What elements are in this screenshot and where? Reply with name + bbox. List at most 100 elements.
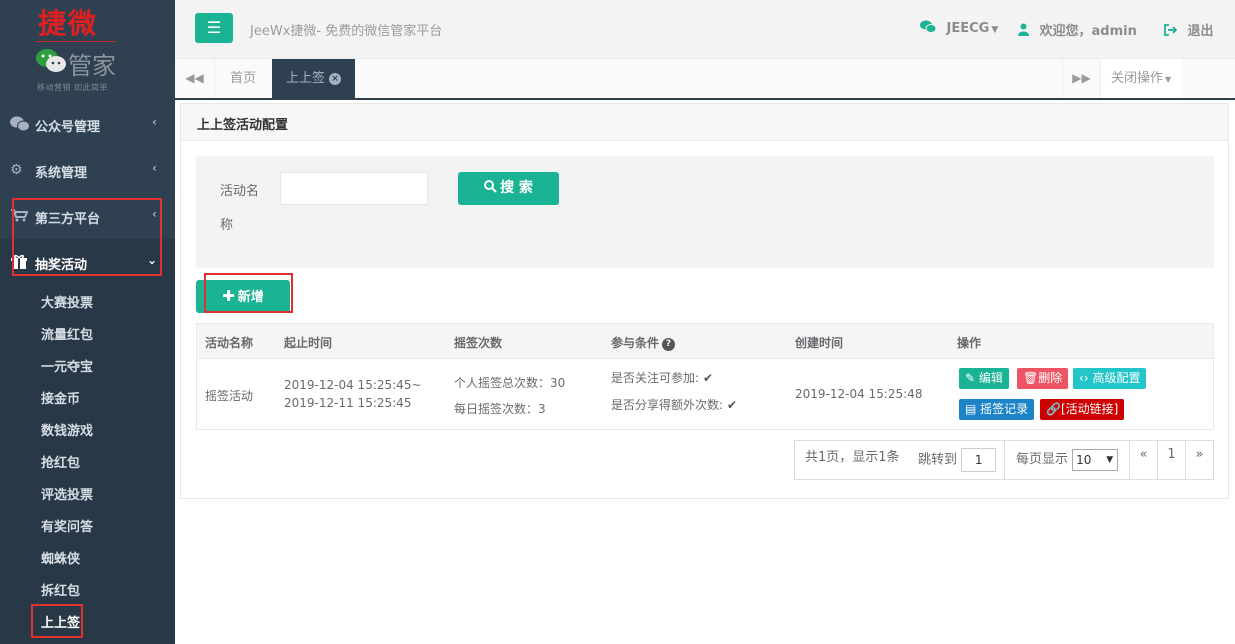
close-icon[interactable]: × (329, 72, 342, 85)
pager-jump: 跳转到 1 (908, 440, 1005, 480)
records-button[interactable]: ▤ 摇签记录 (959, 399, 1035, 420)
activity-link-button[interactable]: 🔗[活动链接] (1040, 399, 1125, 420)
activity-name-label: 活动名 (220, 184, 260, 199)
pager-per-page: 每页显示 10 ▼ (1005, 440, 1130, 480)
submenu-item[interactable]: 接金币 (41, 388, 80, 407)
cell-count-daily: 每日摇签次数：3 (454, 402, 546, 416)
logout-label: 退出 (1187, 24, 1214, 39)
gear-icon: ⚙ (10, 162, 23, 178)
forward-icon: ▶▶ (1072, 71, 1091, 85)
search-button[interactable]: 搜 索 (458, 172, 559, 205)
pager-summary-text: 共1页，显示1条 (805, 450, 900, 465)
link-icon: 🔗 (1046, 402, 1061, 416)
question-circle-icon[interactable]: ? (662, 338, 676, 351)
pager-prev-label: « (1139, 447, 1148, 462)
panel-header: 上上签活动配置 (181, 104, 1228, 141)
records-label: 摇签记录 (980, 402, 1029, 416)
submenu-item[interactable]: 拆红包 (41, 580, 80, 599)
wechat-icon (10, 116, 30, 132)
cond-share-text: 是否分享得额外次数: (611, 398, 724, 412)
user-icon (1018, 23, 1034, 39)
sidebar-item-wechat-accounts[interactable]: 公众号管理 ‹ (0, 101, 175, 147)
sign-out-icon (1164, 24, 1182, 39)
wechat-icon (920, 20, 941, 36)
activity-table: 活动名称 起止时间 摇签次数 参与条件? 创建时间 操作 摇签活动 2019-1… (196, 323, 1214, 430)
cell-start: 2019-12-04 15:25:45~ (284, 378, 422, 392)
caret-down-icon: ▼ (1165, 75, 1172, 84)
per-page-label: 每页显示 (1016, 452, 1069, 467)
edit-button[interactable]: ✎ 编辑 (959, 368, 1009, 389)
highlight-box (31, 604, 83, 638)
tab-label: 上上签 (286, 71, 326, 86)
per-page-select[interactable]: 10 ▼ (1072, 448, 1119, 471)
lottery-submenu: 大赛投票 流量红包 一元夺宝 接金币 数钱游戏 抢红包 评选投票 有奖问答 蜘蛛… (0, 284, 175, 644)
tab-bar: ◀◀ 首页 上上签 × ▶▶ 关闭操作 ▼ (175, 59, 1235, 100)
logo-subtitle: 管家 (68, 52, 116, 80)
column-header: 活动名称 (205, 336, 254, 350)
column-header: 参与条件 (611, 336, 660, 350)
welcome-text: 欢迎您，admin (1039, 24, 1137, 39)
pager-prev-button[interactable]: « (1130, 440, 1158, 480)
wechat-logo-icon (36, 49, 66, 72)
jump-page-input[interactable]: 1 (961, 448, 997, 472)
column-header: 创建时间 (795, 336, 844, 350)
submenu-item[interactable]: 有奖问答 (41, 516, 93, 535)
tab-shangshangqian[interactable]: 上上签 × (272, 59, 356, 98)
logo-tagline: 移动营销 如此简单 (37, 83, 109, 92)
submenu-item[interactable]: 一元夺宝 (41, 356, 93, 375)
submenu-item[interactable]: 大赛投票 (41, 292, 93, 311)
tabs-prev-button[interactable]: ◀◀ (175, 59, 215, 98)
user-welcome[interactable]: 欢迎您，admin (1018, 20, 1137, 39)
close-operations-dropdown[interactable]: 关闭操作 ▼ (1100, 59, 1182, 98)
edit-icon: ✎ (965, 371, 976, 385)
delete-label: 删除 (1038, 371, 1063, 385)
pager-next-label: » (1195, 447, 1204, 462)
link-label: [活动链接] (1060, 402, 1119, 416)
panel-title: 上上签活动配置 (197, 118, 289, 133)
tabs-next-button[interactable]: ▶▶ (1062, 59, 1100, 98)
table-header: 活动名称 起止时间 摇签次数 参与条件? 创建时间 操作 (197, 324, 1213, 359)
advanced-config-button[interactable]: ‹› 高级配置 (1073, 368, 1147, 389)
sidebar-item-system[interactable]: ⚙ 系统管理 ‹ (0, 147, 175, 193)
check-icon: ✔ (703, 371, 714, 385)
search-button-label: 搜 索 (500, 180, 533, 196)
submenu-item[interactable]: 流量红包 (41, 324, 93, 343)
chevron-left-icon: ‹ (152, 115, 157, 129)
chevron-left-icon: ‹ (152, 161, 157, 175)
backward-icon: ◀◀ (185, 71, 204, 85)
submenu-item[interactable]: 抢红包 (41, 452, 80, 471)
pager-next-button[interactable]: » (1186, 440, 1214, 480)
tab-label: 首页 (230, 71, 257, 86)
sidebar-item-label: 公众号管理 (35, 120, 101, 135)
highlight-box (204, 273, 293, 313)
cond-follow-text: 是否关注可参加: (611, 371, 700, 385)
cell-cond-share: 是否分享得额外次数: ✔ (611, 396, 737, 413)
edit-label: 编辑 (978, 371, 1003, 385)
caret-down-icon: ▼ (1106, 454, 1114, 465)
file-icon: ▤ (965, 402, 977, 416)
cell-end: 2019-12-11 15:25:45 (284, 396, 412, 410)
pager-summary: 共1页，显示1条 (794, 440, 909, 480)
advanced-label: 高级配置 (1092, 371, 1141, 385)
brand-dropdown[interactable]: JEECG ▼ (920, 20, 998, 36)
menu-toggle-button[interactable]: ☰ (195, 13, 233, 43)
submenu-item[interactable]: 评选投票 (41, 484, 93, 503)
sidebar-item-label: 系统管理 (35, 166, 88, 181)
delete-button[interactable]: 🗑删除 (1017, 368, 1069, 389)
cell-name: 摇签活动 (205, 389, 254, 403)
activity-name-input[interactable] (280, 172, 428, 205)
cell-cond-follow: 是否关注可参加: ✔ (611, 369, 713, 386)
column-header-conditions: 参与条件? (611, 334, 676, 351)
highlight-box (12, 198, 162, 276)
tab-home[interactable]: 首页 (216, 59, 270, 98)
sidebar: 捷微 管家 移动营销 如此简单 公众号管理 ‹ ⚙ 系统管理 ‹ 第三方平台 ‹ (0, 0, 175, 644)
pager-page-1[interactable]: 1 (1158, 440, 1186, 480)
submenu-item[interactable]: 数钱游戏 (41, 420, 93, 439)
logout-button[interactable]: 退出 (1164, 20, 1214, 39)
app-title: JeeWx捷微- 免费的微信管家平台 (250, 24, 443, 39)
submenu-item[interactable]: 蜘蛛侠 (41, 548, 80, 567)
column-header: 摇签次数 (454, 336, 503, 350)
activity-name-label-cont: 称 (220, 218, 234, 233)
brand-label: JEECG (946, 21, 990, 36)
top-header: ☰ JeeWx捷微- 免费的微信管家平台 JEECG ▼ 欢迎您，admin 退出 (175, 0, 1235, 59)
